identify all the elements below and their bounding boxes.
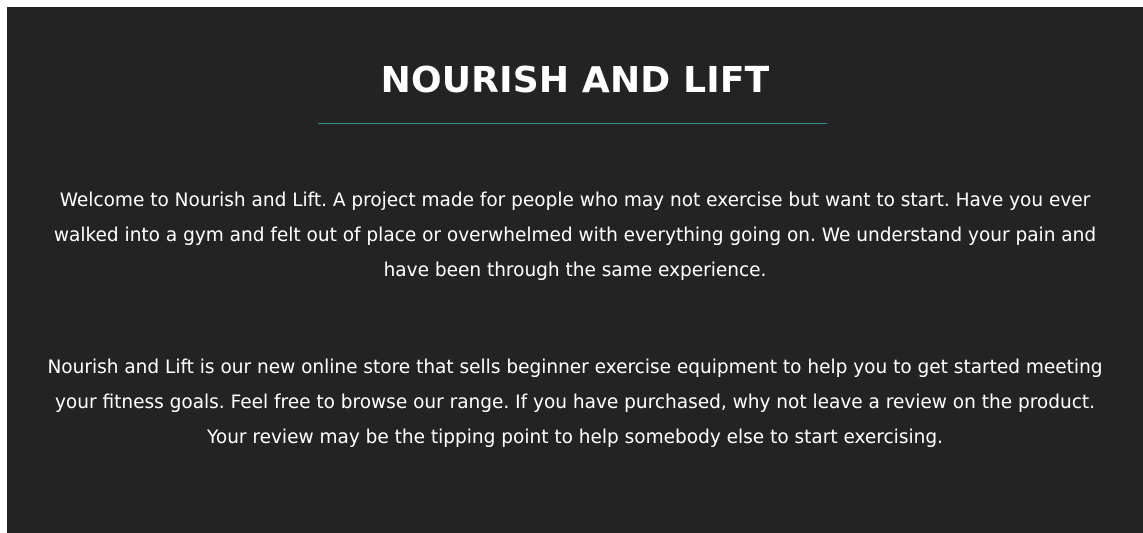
store-paragraph: Nourish and Lift is our new online store… (47, 357, 1103, 448)
intro-paragraph: Welcome to Nourish and Lift. A project m… (53, 190, 1097, 281)
about-section: NOURISH AND LIFT Welcome to Nourish and … (7, 7, 1143, 533)
title-divider (318, 123, 827, 124)
page-title: NOURISH AND LIFT (380, 60, 770, 101)
